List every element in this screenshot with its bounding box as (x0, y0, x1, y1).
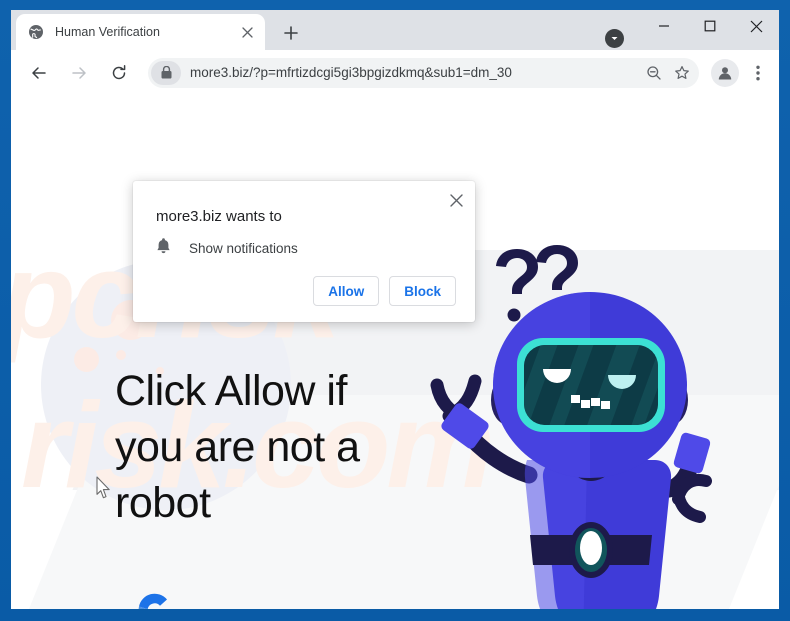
lock-icon[interactable] (151, 60, 181, 85)
window-frame: Human Verification more3.biz/?p=mfrtizdc… (0, 0, 790, 621)
tab-close-icon[interactable] (237, 22, 257, 42)
captcha-branding: E-CAPTCHA (125, 587, 185, 609)
window-controls (641, 10, 779, 42)
profile-avatar-icon[interactable] (711, 58, 739, 87)
omnibox-icons (639, 60, 695, 86)
allow-button[interactable]: Allow (313, 276, 380, 306)
notification-permission-label: Show notifications (189, 240, 298, 256)
notification-dialog-title: more3.biz wants to (156, 208, 282, 225)
notification-permission-dialog: more3.biz wants to Show notifications Al… (133, 181, 475, 322)
close-window-button[interactable] (733, 10, 779, 42)
page-headline: Click Allow if you are not a robot (115, 367, 360, 527)
download-indicator-icon[interactable] (605, 29, 624, 48)
three-dot-menu-icon[interactable] (745, 58, 771, 88)
bell-icon (156, 237, 171, 259)
minimize-button[interactable] (641, 10, 687, 42)
new-tab-button[interactable] (277, 19, 305, 47)
browser-tab[interactable]: Human Verification (16, 14, 265, 50)
c-ring-icon (138, 593, 167, 609)
browser-toolbar: more3.biz/?p=mfrtizdcgi5gi3bpgizdkmq&sub… (11, 50, 779, 95)
url-text: more3.biz/?p=mfrtizdcgi5gi3bpgizdkmq&sub… (190, 65, 512, 80)
zoom-out-icon[interactable] (641, 60, 667, 86)
globe-icon (28, 24, 44, 40)
back-button[interactable] (24, 58, 54, 88)
close-icon[interactable] (445, 189, 467, 211)
star-icon[interactable] (669, 60, 695, 86)
browser-window: Human Verification more3.biz/?p=mfrtizdc… (11, 10, 779, 609)
tab-title: Human Verification (55, 25, 160, 39)
address-bar[interactable]: more3.biz/?p=mfrtizdcgi5gi3bpgizdkmq&sub… (148, 57, 699, 88)
reload-button[interactable] (104, 58, 134, 88)
maximize-button[interactable] (687, 10, 733, 42)
notification-permission-row: Show notifications (156, 237, 298, 259)
block-button[interactable]: Block (389, 276, 456, 306)
notification-dialog-actions: Allow Block (313, 276, 456, 306)
mouse-pointer (96, 476, 112, 504)
tab-strip: Human Verification (11, 10, 779, 50)
forward-button[interactable] (64, 58, 94, 88)
page-viewport: pcrisk risk.com Click Allow if you are n… (11, 95, 779, 609)
